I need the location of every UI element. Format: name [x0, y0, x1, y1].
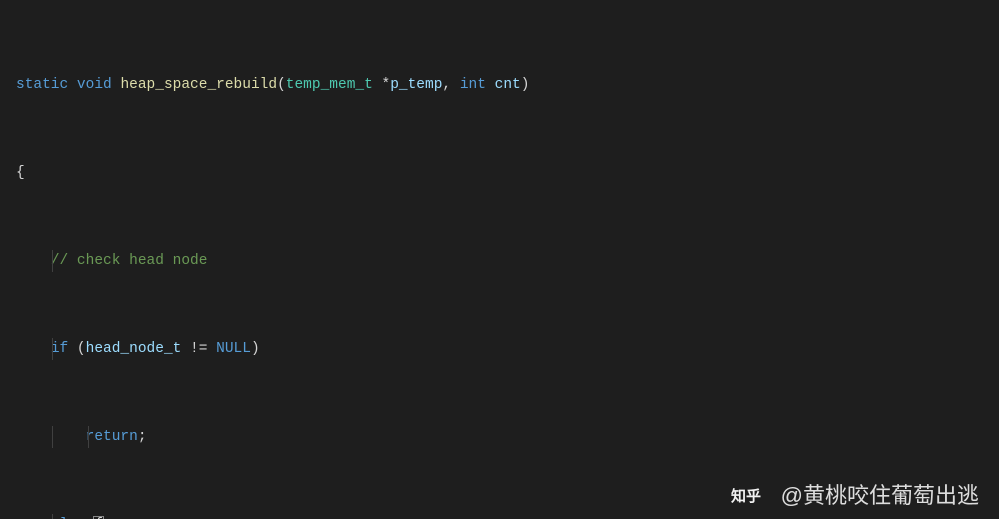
fn-name: heap_space_rebuild	[120, 77, 277, 93]
comment: // check head node	[51, 253, 208, 269]
brace-open: {	[16, 165, 25, 181]
code-line: static void heap_space_rebuild(temp_mem_…	[0, 74, 999, 96]
const-null: NULL	[216, 341, 251, 357]
op-neq: !=	[190, 341, 207, 357]
keyword-if: if	[51, 341, 68, 357]
keyword-int: int	[460, 77, 486, 93]
keyword-void: void	[77, 77, 112, 93]
code-line: else {	[0, 514, 999, 519]
code-line: if (head_node_t != NULL)	[0, 338, 999, 360]
type-temp-mem: temp_mem_t	[286, 77, 373, 93]
var-cnt: cnt	[495, 77, 521, 93]
code-line: {	[0, 162, 999, 184]
var-head-node: head_node_t	[86, 341, 182, 357]
var-p-temp: p_temp	[390, 77, 442, 93]
keyword-return: return	[86, 429, 138, 445]
code-line: return;	[0, 426, 999, 448]
code-editor[interactable]: static void heap_space_rebuild(temp_mem_…	[0, 0, 999, 519]
code-line: // check head node	[0, 250, 999, 272]
keyword-static: static	[16, 77, 68, 93]
